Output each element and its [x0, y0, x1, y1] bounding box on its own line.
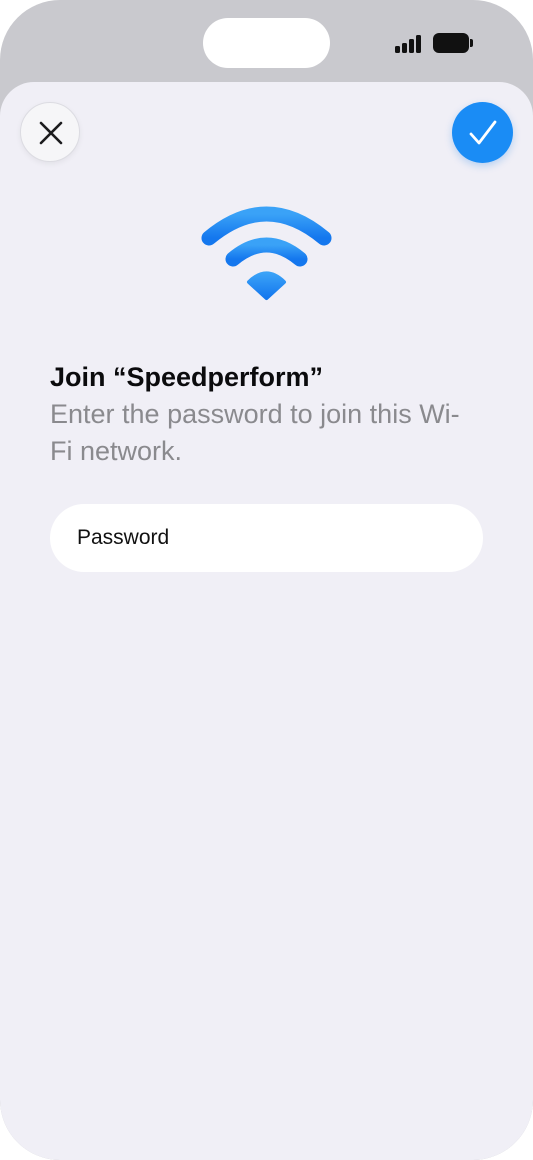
close-button[interactable]	[20, 102, 80, 162]
join-confirm-button[interactable]	[452, 102, 513, 163]
wifi-icon	[201, 206, 332, 300]
status-bar	[0, 0, 533, 82]
battery-icon	[433, 33, 475, 53]
page-subtitle: Enter the password to join this Wi-Fi ne…	[50, 399, 460, 466]
dynamic-island	[203, 18, 330, 68]
password-input[interactable]	[50, 504, 483, 572]
checkmark-icon	[469, 120, 497, 145]
cellular-signal-icon	[395, 35, 423, 53]
page-title: Join “Speedperform”	[50, 362, 324, 392]
close-icon	[39, 121, 63, 145]
phone-frame: Join “Speedperform” Enter the password t…	[0, 0, 533, 1160]
join-network-sheet: Join “Speedperform” Enter the password t…	[0, 82, 533, 1160]
